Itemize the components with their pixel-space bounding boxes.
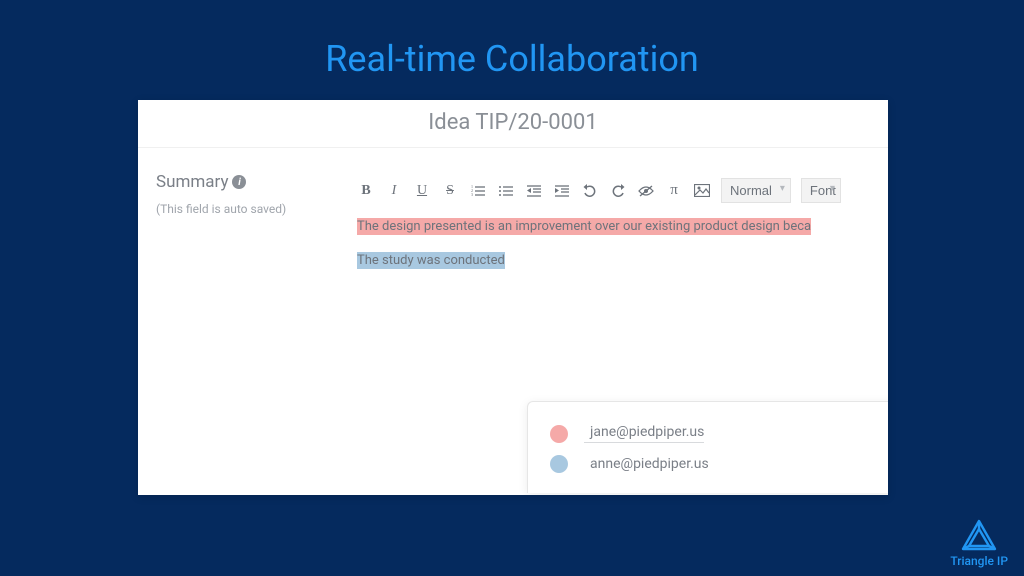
app-body: Summary i (This field is auto saved) B I… — [138, 148, 888, 493]
idea-title: Idea TIP/20-0001 — [138, 100, 888, 148]
outdent-button[interactable] — [525, 185, 543, 197]
collaborator-row: jane@piedpiper.us — [550, 418, 888, 449]
collaborator-email-input[interactable]: jane@piedpiper.us — [584, 424, 704, 443]
ordered-list-button[interactable]: 123 — [469, 185, 487, 197]
redo-button[interactable] — [609, 184, 627, 198]
collaborator-email: anne@piedpiper.us — [590, 456, 709, 472]
font-select[interactable]: Font — [801, 178, 841, 203]
swatch-icon — [550, 425, 568, 443]
bold-button[interactable]: B — [357, 183, 375, 199]
collaborator-row: anne@piedpiper.us — [550, 449, 888, 479]
right-column: B I U S 123 — [353, 148, 888, 493]
svg-text:3: 3 — [471, 192, 473, 197]
left-column: Summary i (This field is auto saved) — [138, 148, 353, 493]
highlighted-text-user1: The design presented is an improvement o… — [357, 218, 811, 235]
summary-label: Summary i — [156, 172, 353, 192]
indent-button[interactable] — [553, 185, 571, 197]
editor-toolbar: B I U S 123 — [353, 172, 888, 213]
highlighted-text-user2: The study was conducted — [357, 252, 505, 269]
underline-button[interactable]: U — [413, 183, 431, 199]
swatch-icon — [550, 455, 568, 473]
summary-label-text: Summary — [156, 172, 228, 192]
image-button[interactable] — [693, 184, 711, 197]
autosave-note: (This field is auto saved) — [156, 202, 353, 216]
equation-button[interactable]: π — [665, 182, 683, 199]
editor-textarea[interactable]: The design presented is an improvement o… — [353, 213, 888, 270]
brand-logo: Triangle IP — [950, 518, 1008, 568]
paragraph-style-select[interactable]: Normal — [721, 178, 791, 203]
visibility-icon[interactable] — [637, 185, 655, 197]
italic-button[interactable]: I — [385, 183, 403, 199]
undo-button[interactable] — [581, 184, 599, 198]
app-frame: Idea TIP/20-0001 Summary i (This field i… — [138, 100, 888, 495]
triangle-ip-icon — [959, 518, 999, 552]
brand-name: Triangle IP — [950, 554, 1008, 568]
info-icon[interactable]: i — [232, 175, 246, 189]
slide-title: Real-time Collaboration — [0, 0, 1024, 98]
collaborators-panel: jane@piedpiper.us anne@piedpiper.us — [527, 401, 888, 493]
unordered-list-button[interactable] — [497, 185, 515, 197]
strike-button[interactable]: S — [441, 183, 459, 199]
